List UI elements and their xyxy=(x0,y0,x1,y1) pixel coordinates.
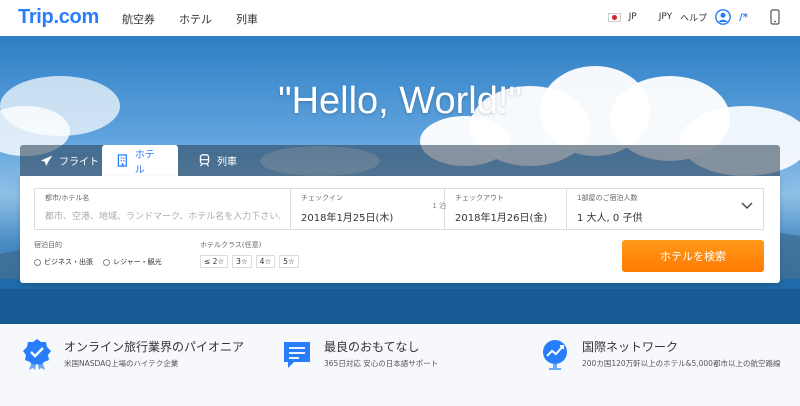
search-panel: フライト ホテル 列車 都市/ホテル名 都市、空港、地域、ランドマーク、ホテル名… xyxy=(20,145,780,283)
hotel-icon xyxy=(117,154,127,167)
nav-hotels[interactable]: ホテル xyxy=(179,11,212,27)
train-icon xyxy=(199,154,210,167)
top-header: Trip.com 航空券 ホテル 列車 JP JPY ヘルプ /* xyxy=(0,0,800,36)
purpose-business-label: ビジネス・出張 xyxy=(44,258,93,266)
mobile-app-icon[interactable] xyxy=(770,9,780,25)
feature-hospitality-desc: 365日対応 安心の日本語サポート xyxy=(324,359,439,368)
tab-hotels[interactable]: ホテル xyxy=(102,145,178,176)
tab-flights-label: フライト xyxy=(59,157,99,168)
japan-flag-icon[interactable] xyxy=(607,12,621,22)
tab-hotels-label: ホテル xyxy=(134,149,155,176)
checkin-label: チェックイン xyxy=(301,194,343,202)
class-5star-chip[interactable]: 5☆ xyxy=(279,255,299,268)
purpose-leisure-label: レジャー・観光 xyxy=(113,258,162,266)
nav-flights[interactable]: 航空券 xyxy=(122,11,155,27)
help-link[interactable]: ヘルプ xyxy=(680,11,707,24)
class-2star-chip[interactable]: ≤ 2☆ xyxy=(200,255,229,268)
checkin-value[interactable]: 2018年1月25日(木) xyxy=(301,209,434,224)
feature-pioneer-desc: 米国NASDAQ上場のハイテク企業 xyxy=(64,359,179,368)
features-strip: オンライン旅行業界のパイオニア 米国NASDAQ上場のハイテク企業 最良のおもて… xyxy=(0,324,800,406)
checkout-label: チェックアウト xyxy=(455,194,504,202)
badge-check-icon xyxy=(23,339,51,370)
guests-field[interactable]: 1部屋のご宿泊人数 1 大人, 0 子供 xyxy=(567,189,763,229)
feature-network-title: 国際ネットワーク xyxy=(582,340,679,354)
tab-trains-label: 列車 xyxy=(217,157,237,168)
nav-trains[interactable]: 列車 xyxy=(236,11,258,27)
airplane-icon xyxy=(40,155,53,167)
feature-hospitality-title: 最良のおもてなし xyxy=(324,340,420,354)
main-nav: 航空券 ホテル 列車 xyxy=(122,11,258,27)
feature-pioneer-title: オンライン旅行業界のパイオニア xyxy=(64,340,245,354)
checkout-value[interactable]: 2018年1月26日(金) xyxy=(455,209,556,224)
purpose-business-radio[interactable]: ビジネス・出張 xyxy=(34,257,93,267)
trip-logo[interactable]: Trip.com xyxy=(18,6,99,29)
tab-trains[interactable]: 列車 xyxy=(184,145,251,176)
search-fields: 都市/ホテル名 都市、空港、地域、ランドマーク、ホテル名を入力下さい。 チェック… xyxy=(34,188,764,230)
guests-label: 1部屋のご宿泊人数 xyxy=(577,194,638,202)
hotel-search-form: 都市/ホテル名 都市、空港、地域、ランドマーク、ホテル名を入力下さい。 チェック… xyxy=(20,176,780,283)
user-name[interactable]: /* xyxy=(739,12,748,23)
language-selector[interactable]: JP xyxy=(629,12,637,22)
checkin-field[interactable]: チェックイン 2018年1月25日(木) 1 泊 xyxy=(291,189,446,229)
header-right: JP JPY ヘルプ /* xyxy=(607,9,780,25)
hotel-class-group: ホテルクラス(任意) ≤ 2☆ 3☆ 4☆ 5☆ xyxy=(200,240,299,268)
purpose-group: 宿泊目的 ビジネス・出張 レジャー・観光 xyxy=(34,240,162,267)
purpose-label: 宿泊目的 xyxy=(34,241,62,249)
user-icon[interactable] xyxy=(715,9,732,25)
destination-field[interactable]: 都市/ホテル名 都市、空港、地域、ランドマーク、ホテル名を入力下さい。 xyxy=(35,189,291,229)
guests-value[interactable]: 1 大人, 0 子供 xyxy=(577,209,753,224)
currency-selector[interactable]: JPY xyxy=(659,12,672,22)
destination-label: 都市/ホテル名 xyxy=(45,194,90,202)
purpose-leisure-radio[interactable]: レジャー・観光 xyxy=(103,257,162,267)
chat-icon xyxy=(284,342,310,368)
search-hotels-button[interactable]: ホテルを検索 xyxy=(622,240,764,272)
search-tabs: フライト ホテル 列車 xyxy=(20,145,780,176)
class-4star-chip[interactable]: 4☆ xyxy=(255,255,276,268)
nights-count: 1 泊 xyxy=(432,202,446,210)
tab-flights[interactable]: フライト xyxy=(26,145,113,176)
hero-title: "Hello, World!" xyxy=(278,80,522,122)
class-3star-chip[interactable]: 3☆ xyxy=(232,255,252,268)
chevron-down-icon[interactable] xyxy=(741,202,753,210)
feature-network-desc: 200カ国120万軒以上のホテル&5,000都市以上の航空路線 xyxy=(582,359,781,368)
destination-input[interactable]: 都市、空港、地域、ランドマーク、ホテル名を入力下さい。 xyxy=(45,209,280,222)
hotel-class-label: ホテルクラス(任意) xyxy=(200,241,262,249)
globe-chart-icon xyxy=(543,340,567,370)
checkout-field[interactable]: チェックアウト 2018年1月26日(金) xyxy=(445,189,567,229)
